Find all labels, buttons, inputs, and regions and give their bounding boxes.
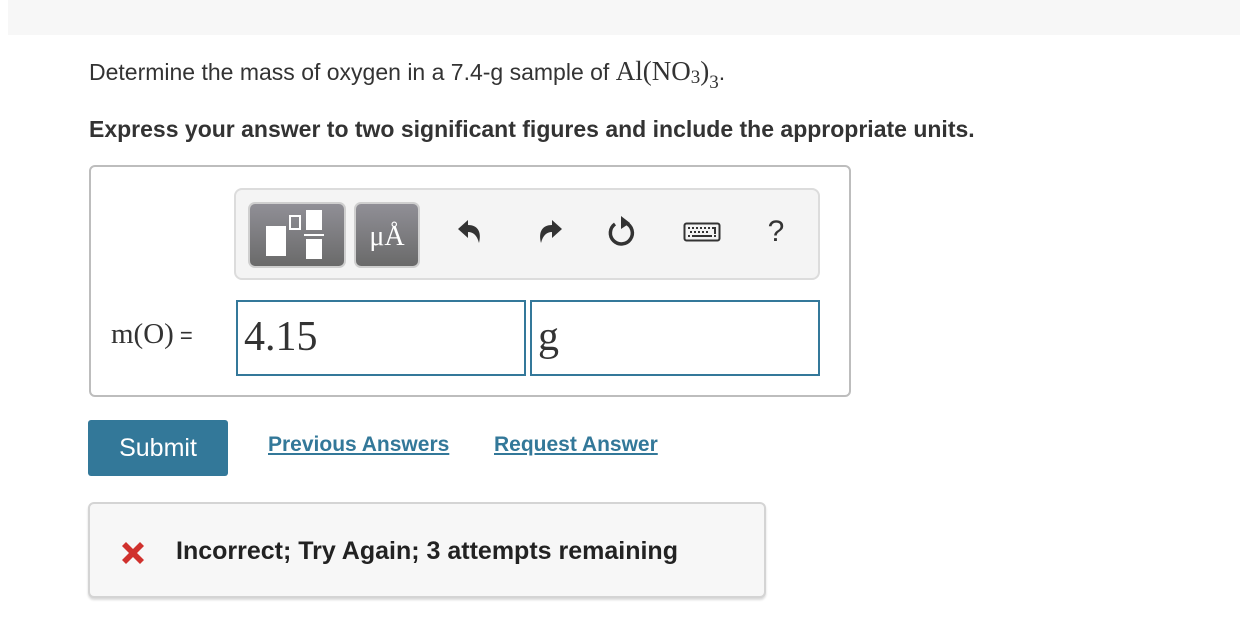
reset-icon xyxy=(608,216,635,246)
formula-subscript: 3 xyxy=(690,67,701,88)
templates-button[interactable] xyxy=(248,202,346,268)
units-button[interactable]: μÅ xyxy=(354,202,420,268)
question-instruction: Express your answer to two significant f… xyxy=(89,116,975,142)
top-header-bar xyxy=(8,0,1240,35)
templates-icon xyxy=(266,210,324,259)
help-button[interactable]: ? xyxy=(758,212,794,252)
keyboard-button[interactable] xyxy=(682,212,722,252)
x-mark-icon xyxy=(122,542,144,564)
prompt-text: Determine the mass of oxygen in a 7.4-g … xyxy=(89,59,616,85)
formula-close: ) xyxy=(700,56,710,86)
formula-base: Al(NO xyxy=(615,56,691,86)
request-answer-link[interactable]: Request Answer xyxy=(494,433,658,457)
formula-outer-subscript: 3 xyxy=(709,72,719,93)
prompt-suffix: . xyxy=(718,59,726,85)
reset-button[interactable] xyxy=(604,212,640,252)
feedback-message-box: Incorrect; Try Again; 3 attempts remaini… xyxy=(88,502,766,598)
answer-label: m(O) = xyxy=(111,318,193,351)
feedback-text: Incorrect; Try Again; 3 attempts remaini… xyxy=(176,537,678,565)
question-prompt: Determine the mass of oxygen in a 7.4-g … xyxy=(89,56,726,93)
keyboard-icon xyxy=(683,222,721,242)
answer-variable: m(O) xyxy=(111,318,174,350)
chemical-formula: Al(NO3)3 xyxy=(615,56,719,93)
math-toolbar: μÅ ? xyxy=(234,188,820,280)
redo-icon xyxy=(540,220,562,243)
submit-button[interactable]: Submit xyxy=(88,420,228,476)
redo-button[interactable] xyxy=(532,212,568,252)
value-input[interactable]: 4.15 xyxy=(236,300,526,376)
unit-input[interactable]: g xyxy=(530,300,820,376)
undo-icon xyxy=(458,220,480,243)
previous-answers-link[interactable]: Previous Answers xyxy=(268,433,449,457)
undo-button[interactable] xyxy=(452,212,488,252)
equals-sign: = xyxy=(179,323,193,348)
